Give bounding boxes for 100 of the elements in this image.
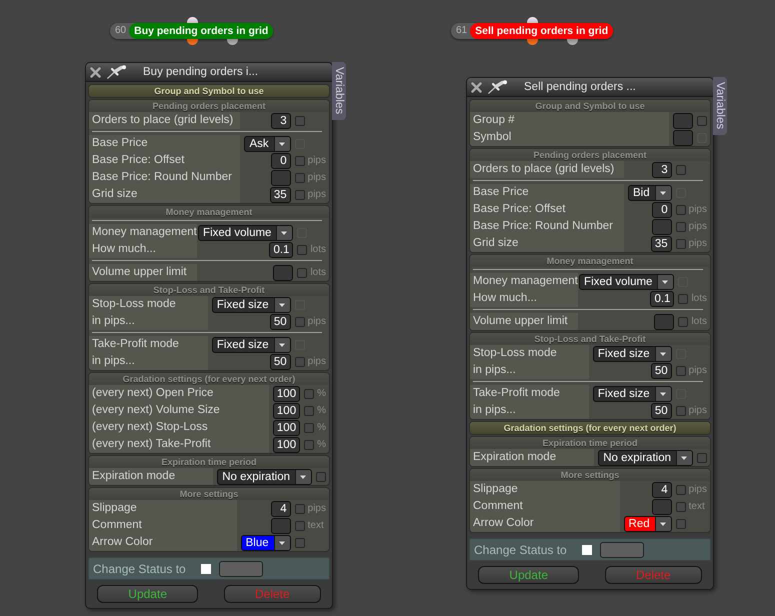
- field-label: Orders to place (grid levels): [89, 112, 240, 129]
- field-label: Comment: [89, 517, 237, 534]
- node-block[interactable]: 60 Buy pending orders in grid: [110, 23, 274, 39]
- unit-label: pips: [308, 356, 327, 367]
- field-label: Base Price: Round Number: [89, 169, 240, 186]
- input-field[interactable]: [270, 170, 291, 186]
- input-field[interactable]: [273, 264, 294, 280]
- input-field[interactable]: 100: [272, 420, 300, 436]
- section-header[interactable]: Gradation settings (for every next order): [470, 422, 710, 434]
- checkbox[interactable]: [676, 484, 686, 494]
- field-label: Base Price: Offset: [89, 152, 240, 169]
- input-field[interactable]: [654, 314, 674, 330]
- unit-label: lots: [310, 244, 327, 255]
- checkbox[interactable]: [294, 116, 305, 126]
- field-label: Take-Profit mode: [89, 336, 208, 353]
- input-field[interactable]: [673, 112, 693, 128]
- field-label: Orders to place (grid levels): [470, 161, 624, 178]
- input-field[interactable]: 4: [270, 500, 291, 516]
- checkbox[interactable]: [304, 388, 314, 398]
- input-field[interactable]: 50: [270, 354, 291, 370]
- checkbox[interactable]: [697, 452, 707, 462]
- input-field[interactable]: 3: [652, 162, 672, 178]
- checkbox[interactable]: [304, 422, 314, 432]
- input-field[interactable]: 3: [270, 112, 291, 128]
- field-label: Money management: [89, 224, 197, 241]
- input-field[interactable]: [218, 560, 263, 576]
- input-field[interactable]: 0: [652, 202, 672, 218]
- input-field[interactable]: [652, 218, 672, 234]
- caret-icon: [654, 516, 671, 530]
- checkbox[interactable]: [676, 204, 686, 214]
- checkbox[interactable]: [294, 520, 305, 530]
- node-number: 61: [456, 24, 468, 38]
- checkbox[interactable]: [297, 244, 308, 254]
- field-label: Money management: [470, 273, 578, 290]
- checkbox[interactable]: [676, 238, 686, 248]
- input-field[interactable]: 35: [650, 236, 672, 252]
- checkbox[interactable]: [678, 316, 688, 326]
- checkbox[interactable]: [294, 190, 305, 200]
- checkbox[interactable]: [294, 504, 305, 514]
- field-label: Group #: [470, 112, 669, 129]
- field-label: Base Price: [470, 184, 624, 201]
- checkbox[interactable]: [676, 164, 686, 174]
- checkbox[interactable]: [678, 294, 688, 304]
- checkbox[interactable]: [297, 268, 308, 278]
- caret-icon: [276, 226, 292, 240]
- input-field[interactable]: [270, 518, 291, 534]
- close-icon[interactable]: [471, 82, 482, 92]
- input-field[interactable]: 50: [650, 362, 672, 378]
- close-icon[interactable]: [90, 66, 101, 78]
- field-label: Base Price: Round Number: [470, 218, 624, 235]
- pushpin-icon[interactable]: [488, 80, 508, 94]
- input-field[interactable]: 4: [652, 482, 672, 498]
- section-header[interactable]: Group and Symbol to use: [89, 85, 329, 97]
- checkbox[interactable]: [294, 538, 305, 548]
- input-field[interactable]: 35: [270, 186, 291, 202]
- input-field[interactable]: 50: [270, 314, 291, 330]
- input-field[interactable]: [652, 498, 672, 514]
- pushpin-icon[interactable]: [107, 65, 127, 79]
- checkbox[interactable]: [676, 502, 686, 512]
- checkbox[interactable]: [294, 156, 305, 166]
- field-label: in pips...: [89, 353, 208, 370]
- status-label: Change Status to: [474, 542, 567, 556]
- update-button[interactable]: Update: [97, 585, 198, 603]
- checkbox[interactable]: [294, 356, 305, 366]
- checkbox[interactable]: [676, 222, 686, 232]
- checkbox[interactable]: [676, 406, 686, 416]
- dropdown[interactable]: Red: [624, 516, 672, 532]
- input-field[interactable]: [600, 542, 644, 558]
- dropdown[interactable]: Blue: [240, 534, 291, 550]
- caret-icon: [654, 346, 671, 360]
- field-label: Base Price: [89, 135, 240, 152]
- input-field[interactable]: 0: [270, 152, 291, 168]
- input-field[interactable]: 100: [272, 436, 300, 452]
- checkbox[interactable]: [676, 518, 686, 528]
- field-label: Stop-Loss mode: [470, 345, 589, 362]
- checkbox[interactable]: [697, 116, 707, 126]
- checkbox[interactable]: [676, 366, 686, 376]
- node-block[interactable]: 61 Sell pending orders in grid: [451, 23, 614, 39]
- checkbox[interactable]: [294, 316, 305, 326]
- input-field[interactable]: 0.1: [269, 242, 294, 258]
- side-tab[interactable]: Variables: [713, 77, 727, 135]
- input-field[interactable]: [673, 130, 693, 146]
- checkbox[interactable]: [294, 172, 305, 182]
- checkbox[interactable]: [304, 440, 314, 450]
- side-tab[interactable]: Variables: [332, 62, 346, 120]
- caret-icon: [657, 274, 674, 288]
- checkbox[interactable]: [316, 472, 326, 482]
- unit-label: pips: [308, 189, 327, 200]
- field-label: (every next) Volume Size: [89, 402, 269, 419]
- unit-label: pips: [308, 155, 327, 166]
- input-field[interactable]: 0.1: [650, 290, 674, 306]
- status-label: Change Status to: [93, 562, 186, 576]
- checkbox[interactable]: [304, 406, 314, 416]
- dropdown[interactable]: No expiration: [217, 468, 312, 484]
- dropdown[interactable]: No expiration: [598, 450, 693, 466]
- update-button[interactable]: Update: [478, 566, 579, 584]
- field-label: (every next) Stop-Loss: [89, 419, 269, 436]
- input-field[interactable]: 100: [272, 386, 300, 402]
- input-field[interactable]: 50: [650, 402, 672, 418]
- input-field[interactable]: 100: [272, 402, 300, 418]
